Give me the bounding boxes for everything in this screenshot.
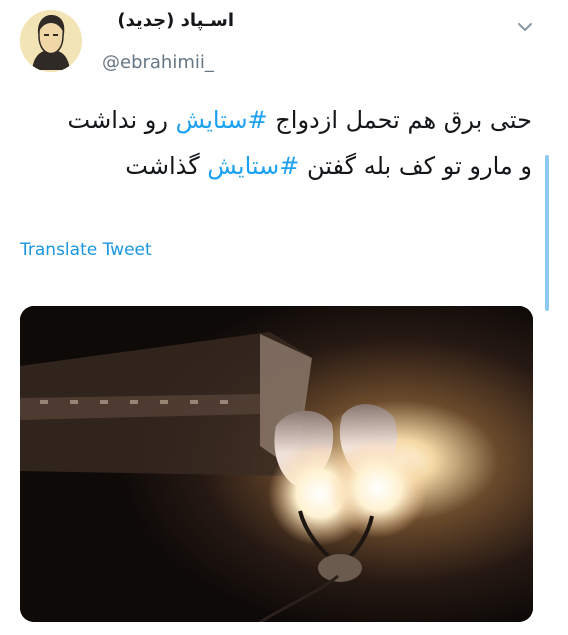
tweet-text-segment: گذاشت (125, 152, 208, 180)
hashtag-link[interactable]: #ستایش (176, 106, 268, 134)
tweet-media-image[interactable] (20, 306, 533, 622)
avatar-illustration-icon (20, 10, 82, 72)
tweet-text-segment: حتی برق هم تحمل ازدواج (267, 106, 532, 134)
tweet-text-segment: رو نداشت (67, 106, 176, 134)
tweet-text-line-1: حتی برق هم تحمل ازدواج #ستایش رو نداشت (20, 96, 532, 144)
author-name[interactable]: اسـپاد (جدید) (117, 10, 234, 31)
hashtag-link[interactable]: #ستایش (207, 152, 299, 180)
chevron-down-icon[interactable] (514, 16, 536, 38)
scrollbar[interactable] (545, 155, 549, 311)
tweet-text-line-2: و مارو تو کف بله گفتن #ستایش گذاشت (20, 142, 532, 190)
translate-tweet-link[interactable]: Translate Tweet (20, 240, 152, 260)
author-handle[interactable]: @ebrahimii_ (102, 52, 214, 73)
avatar[interactable] (20, 10, 82, 72)
tweet-text-segment: و مارو تو کف بله گفتن (299, 152, 532, 180)
